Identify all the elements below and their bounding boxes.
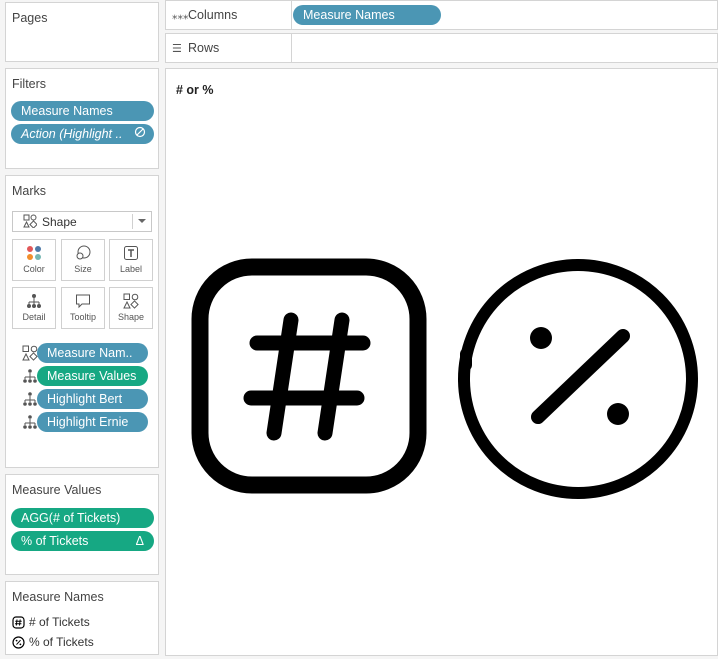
measure-names-legend: Measure Names # of Tickets % of Tickets bbox=[5, 581, 159, 655]
rows-label: ☰ Rows bbox=[172, 34, 219, 63]
legend-item-percent[interactable]: % of Tickets bbox=[12, 635, 94, 649]
measure-values-title: Measure Values bbox=[12, 483, 102, 497]
shape-icon bbox=[123, 293, 139, 309]
marks-pill-measure-names[interactable]: Measure Nam.. bbox=[37, 343, 148, 363]
tooltip-label: Tooltip bbox=[69, 312, 96, 322]
detail-button[interactable]: Detail bbox=[12, 287, 56, 329]
filter-pill-action-highlight[interactable]: Action (Highlight .. bbox=[11, 124, 154, 144]
color-label: Color bbox=[23, 264, 45, 274]
action-filter-icon bbox=[134, 124, 146, 144]
detail-label: Detail bbox=[22, 312, 46, 322]
size-label: Size bbox=[74, 264, 92, 274]
label-icon bbox=[124, 246, 138, 260]
label-button[interactable]: Label bbox=[109, 239, 153, 281]
chevron-down-icon bbox=[138, 219, 146, 223]
rows-label-text: Rows bbox=[188, 41, 220, 55]
pages-shelf[interactable]: Pages bbox=[5, 2, 159, 62]
color-icon bbox=[27, 246, 41, 260]
view-canvas[interactable]: # or % bbox=[165, 68, 718, 656]
shape-icon bbox=[23, 214, 38, 231]
marks-field-row[interactable]: Highlight Bert bbox=[22, 389, 154, 409]
size-button[interactable]: Size bbox=[61, 239, 105, 281]
rows-icon: ☰ bbox=[172, 43, 182, 55]
filter-pill-measure-names[interactable]: Measure Names bbox=[11, 101, 154, 121]
shelf-divider bbox=[291, 34, 292, 62]
tooltip-icon bbox=[76, 294, 90, 309]
marks-field-row[interactable]: Measure Values bbox=[22, 366, 154, 386]
pages-title: Pages bbox=[12, 11, 48, 25]
rows-shelf[interactable]: ☰ Rows bbox=[165, 33, 718, 63]
marks-title: Marks bbox=[12, 184, 47, 198]
columns-pill-measure-names[interactable]: Measure Names bbox=[293, 5, 441, 25]
delta-icon: Δ bbox=[135, 534, 144, 548]
percent-shape-mark[interactable] bbox=[454, 254, 702, 502]
columns-icon: ⁎⁎⁎ bbox=[172, 10, 189, 22]
measure-values-shelf[interactable]: Measure Values AGG(# of Tickets) % of Ti… bbox=[5, 474, 159, 575]
mv-pill-pct-label: % of Tickets bbox=[21, 534, 89, 548]
detail-icon bbox=[27, 294, 41, 308]
detail-icon bbox=[23, 369, 37, 383]
number-shape-mark[interactable] bbox=[191, 258, 427, 494]
columns-label: ⁎⁎⁎Columns bbox=[172, 1, 237, 30]
detail-icon bbox=[23, 392, 37, 406]
marks-pill-measure-values[interactable]: Measure Values bbox=[37, 366, 148, 386]
mark-type-label: Shape bbox=[42, 215, 77, 229]
shelf-divider bbox=[291, 1, 292, 29]
mv-pill-agg-tickets[interactable]: AGG(# of Tickets) bbox=[11, 508, 154, 528]
legend-item-percent-label: % of Tickets bbox=[29, 635, 94, 649]
shape-button[interactable]: Shape bbox=[109, 287, 153, 329]
tooltip-button[interactable]: Tooltip bbox=[61, 287, 105, 329]
shape-icon bbox=[22, 345, 38, 361]
detail-icon bbox=[23, 415, 37, 429]
legend-title: Measure Names bbox=[12, 590, 104, 604]
legend-item-number-label: # of Tickets bbox=[29, 615, 90, 629]
marks-field-row[interactable]: Measure Nam.. bbox=[22, 343, 154, 363]
mark-type-dropdown[interactable]: Shape bbox=[12, 211, 152, 232]
label-label: Label bbox=[119, 264, 143, 274]
marks-pill-highlight-bert[interactable]: Highlight Bert bbox=[37, 389, 148, 409]
filter-pill-action-label: Action (Highlight .. bbox=[21, 127, 123, 141]
marks-card: Marks Shape Color Size Label Detail Tool… bbox=[5, 175, 159, 468]
size-icon bbox=[76, 245, 91, 260]
shape-label: Shape bbox=[117, 312, 145, 322]
hash-shape-icon bbox=[12, 616, 25, 629]
dropdown-divider bbox=[132, 214, 133, 229]
columns-label-text: Columns bbox=[188, 8, 238, 22]
view-header: # or % bbox=[176, 83, 214, 97]
color-button[interactable]: Color bbox=[12, 239, 56, 281]
marks-pill-highlight-ernie[interactable]: Highlight Ernie bbox=[37, 412, 148, 432]
filters-title: Filters bbox=[12, 77, 47, 91]
percent-shape-icon bbox=[12, 636, 25, 649]
filters-shelf[interactable]: Filters Measure Names Action (Highlight … bbox=[5, 68, 159, 169]
columns-shelf[interactable]: ⁎⁎⁎Columns Measure Names bbox=[165, 0, 718, 30]
legend-item-number[interactable]: # of Tickets bbox=[12, 615, 90, 629]
marks-field-row[interactable]: Highlight Ernie bbox=[22, 412, 154, 432]
mv-pill-pct-tickets[interactable]: % of Tickets Δ bbox=[11, 531, 154, 551]
